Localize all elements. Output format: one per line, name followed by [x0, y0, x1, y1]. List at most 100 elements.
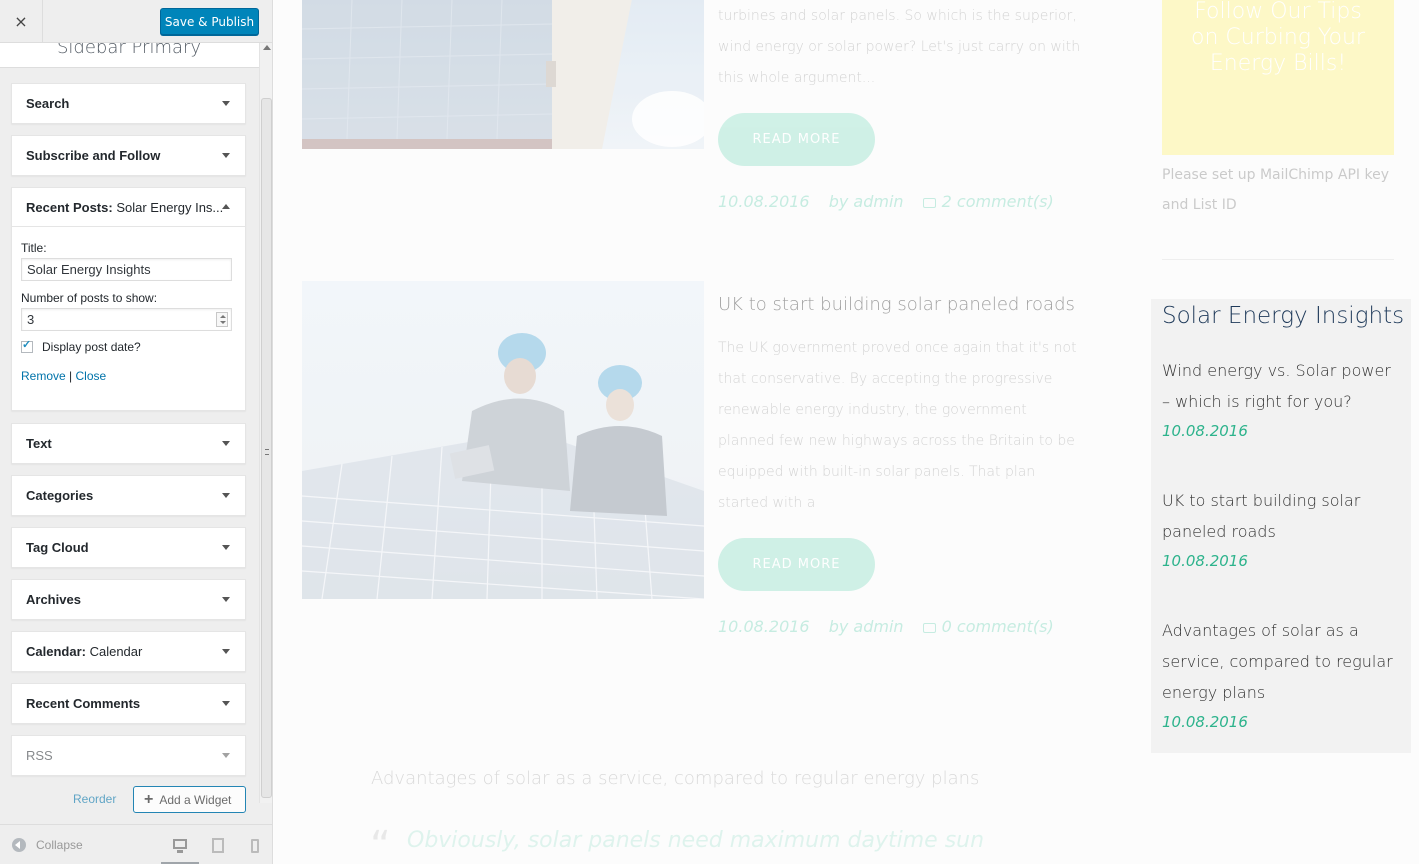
widget-categories[interactable]: Categories [11, 475, 246, 516]
widget-subtitle: Solar Energy Ins... [116, 199, 224, 215]
widget-calendar[interactable]: Calendar: Calendar [11, 631, 246, 672]
number-posts-field[interactable] [21, 308, 232, 331]
save-publish-button[interactable]: Save & Publish [160, 8, 259, 35]
title-field[interactable] [21, 258, 232, 281]
number-posts-stepper[interactable] [21, 308, 232, 331]
chevron-down-icon[interactable] [222, 153, 230, 158]
chevron-up-icon[interactable] [222, 204, 230, 209]
widget-title: Calendar: Calendar [26, 644, 142, 659]
display-date-checkbox[interactable] [21, 338, 33, 353]
excerpt-line: started with a [718, 495, 816, 511]
sidebar-divider [1162, 259, 1394, 260]
post-date[interactable]: 10.08.2016 [718, 617, 810, 636]
widget-archives[interactable]: Archives [11, 579, 246, 620]
widget-header[interactable]: Calendar: Calendar [12, 632, 245, 671]
widget-title-main: Recent Posts: [26, 199, 113, 215]
number-posts-label: Number of posts to show: [21, 291, 158, 305]
close-link[interactable]: Close [76, 369, 107, 383]
excerpt-line: turbines and solar panels. So which is t… [718, 8, 1077, 24]
site-preview: turbines and solar panels. So which is t… [274, 0, 1419, 864]
widget-header[interactable]: Categories [12, 476, 245, 515]
section-title-text: Sidebar Primary [57, 43, 202, 58]
scroll-grip-icon [265, 449, 269, 455]
read-more-button[interactable]: READ MORE [718, 538, 875, 591]
plus-icon: + [144, 790, 154, 808]
post-author[interactable]: by admin [829, 192, 904, 211]
collapse-button[interactable]: Collapse [12, 838, 83, 852]
display-date-row[interactable]: Display post date? [21, 338, 236, 354]
collapse-arrow-icon [12, 838, 26, 852]
scrollbar-thumb[interactable] [261, 98, 272, 798]
post1-excerpt: turbines and solar panels. So which is t… [718, 1, 1080, 94]
widget-actions: Remove | Close [21, 369, 236, 383]
comment-icon [922, 622, 936, 633]
widget-header[interactable]: Search [12, 84, 245, 123]
quote-mark-icon: “ [370, 823, 391, 864]
widget-subscribe-follow[interactable]: Subscribe and Follow [11, 135, 246, 176]
widget-header[interactable]: Text [12, 424, 245, 463]
scroll-up-arrow-icon[interactable] [263, 45, 271, 50]
post-date[interactable]: 10.08.2016 [718, 192, 810, 211]
recent-post-link[interactable]: Advantages of solar as a service, compar… [1162, 615, 1402, 708]
widget-header[interactable]: Subscribe and Follow [12, 136, 245, 175]
widget-title: Categories [26, 488, 94, 503]
promo-box[interactable]: Follow Our Tips on Curbing Your Energy B… [1162, 0, 1394, 155]
chevron-down-icon[interactable] [222, 701, 230, 706]
recent-post-link[interactable]: Wind energy vs. Solar power – which is r… [1162, 355, 1402, 417]
desktop-stand-shape [177, 850, 183, 853]
widget-title: Tag Cloud [26, 540, 89, 555]
promo-line: Energy Bills! [1209, 51, 1347, 76]
spinner-arrows-icon[interactable] [216, 312, 228, 327]
recent-post-item: Advantages of solar as a service, compar… [1162, 615, 1402, 731]
widget-title: Text [26, 436, 52, 451]
chevron-down-icon[interactable] [222, 545, 230, 550]
chevron-down-icon[interactable] [222, 441, 230, 446]
recent-post-link[interactable]: UK to start building solar paneled roads [1162, 485, 1402, 547]
chevron-down-icon[interactable] [222, 597, 230, 602]
widget-search[interactable]: Search [11, 83, 246, 124]
customizer-header: × Save & Publish [0, 0, 272, 43]
widget-header[interactable]: Tag Cloud [12, 528, 245, 567]
widget-rss[interactable]: RSS [11, 735, 246, 776]
comment-icon [922, 197, 936, 208]
widget-recent-comments[interactable]: Recent Comments [11, 683, 246, 724]
post-comments[interactable]: 2 comment(s) [942, 192, 1054, 211]
widget-header[interactable]: RSS [12, 736, 245, 775]
desktop-preview-icon[interactable] [171, 837, 191, 857]
widget-title: Recent Posts: Solar Energy Ins... [26, 200, 223, 215]
widget-header[interactable]: Recent Posts: Solar Energy Ins... [12, 188, 245, 227]
bottom-post-title[interactable]: Advantages of solar as a service, compar… [371, 768, 979, 789]
chevron-down-icon[interactable] [222, 493, 230, 498]
post-image-engineers[interactable] [302, 281, 704, 599]
mobile-preview-icon[interactable] [248, 837, 268, 857]
panel-scrollbar[interactable] [259, 43, 272, 803]
widget-header[interactable]: Recent Comments [12, 684, 245, 723]
tablet-preview-icon[interactable] [209, 837, 229, 857]
chevron-down-icon[interactable] [222, 101, 230, 106]
read-more-button[interactable]: READ MORE [718, 113, 875, 166]
close-icon[interactable]: × [0, 0, 43, 43]
action-separator: | [69, 369, 73, 383]
customizer-panel: × Save & Publish Sidebar Primary Search … [0, 0, 273, 864]
remove-link[interactable]: Remove [21, 369, 66, 383]
widget-recent-posts[interactable]: Recent Posts: Solar Energy Ins... Title:… [11, 187, 246, 411]
post-comments[interactable]: 0 comment(s) [942, 617, 1054, 636]
tablet-screen-shape [212, 838, 224, 853]
widget-tag-cloud[interactable]: Tag Cloud [11, 527, 246, 568]
chevron-down-icon[interactable] [222, 753, 230, 758]
post2-title[interactable]: UK to start building solar paneled roads [718, 294, 1075, 315]
post-image-solar-roof[interactable] [302, 0, 704, 149]
chevron-down-icon[interactable] [222, 649, 230, 654]
excerpt-line: planned few new highways across the Brit… [718, 433, 1075, 449]
add-widget-button[interactable]: + Add a Widget [133, 786, 246, 813]
recent-posts-widget: Solar Energy Insights Wind energy vs. So… [1151, 299, 1411, 753]
widget-header[interactable]: Archives [12, 580, 245, 619]
add-widget-label: Add a Widget [159, 792, 232, 807]
reorder-link[interactable]: Reorder [73, 792, 116, 806]
title-field-label: Title: [21, 241, 47, 255]
excerpt-line: wind energy or solar power? Let's just c… [718, 39, 1081, 55]
widget-text[interactable]: Text [11, 423, 246, 464]
solar-roof-illustration [302, 0, 704, 149]
post-author[interactable]: by admin [829, 617, 904, 636]
bottom-quote: Obviously, solar panels need maximum day… [407, 828, 985, 853]
